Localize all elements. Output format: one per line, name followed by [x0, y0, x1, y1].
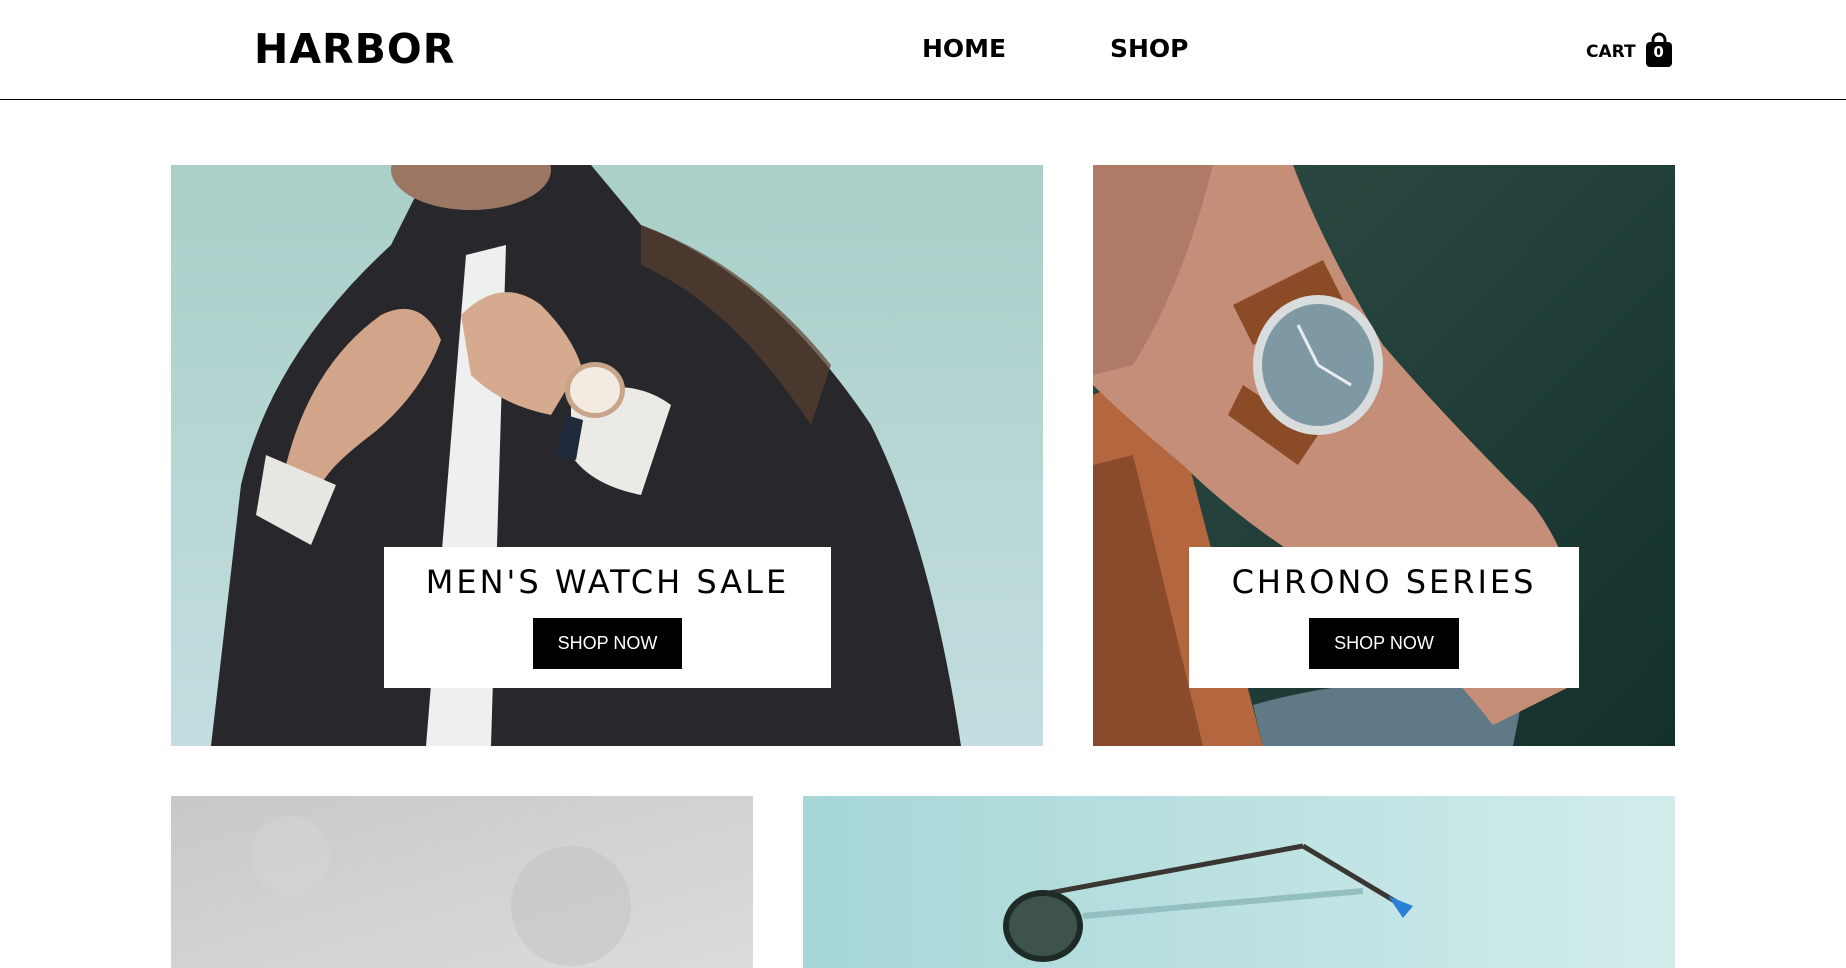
promo-tile-concrete[interactable] [171, 796, 753, 968]
brand-logo[interactable]: HARBOR [254, 24, 455, 74]
cart-count: 0 [1653, 43, 1664, 61]
promo-card: MEN'S WATCH SALE SHOP NOW [384, 547, 831, 688]
cart-label: CART [1586, 42, 1636, 62]
shop-now-button[interactable]: SHOP NOW [1309, 618, 1459, 669]
site-header: HARBOR HOME SHOP CART 0 [0, 0, 1846, 100]
shop-now-button[interactable]: SHOP NOW [532, 618, 683, 669]
promo-tile-sunglasses[interactable] [803, 796, 1675, 968]
shopping-bag-icon: 0 [1645, 32, 1673, 68]
promo-title: CHRONO SERIES [1231, 563, 1537, 601]
promo-title: MEN'S WATCH SALE [425, 563, 790, 601]
nav-home-link[interactable]: HOME [922, 33, 1006, 65]
concrete-photo [171, 796, 753, 968]
promo-card: CHRONO SERIES SHOP NOW [1189, 547, 1579, 688]
nav-shop-link[interactable]: SHOP [1110, 33, 1189, 65]
promo-tile-mens-watch[interactable]: MEN'S WATCH SALE SHOP NOW [171, 165, 1043, 746]
cart-button[interactable]: CART 0 [1586, 32, 1673, 68]
promo-tile-chrono-series[interactable]: CHRONO SERIES SHOP NOW [1093, 165, 1675, 746]
sunglasses-photo [803, 796, 1675, 968]
